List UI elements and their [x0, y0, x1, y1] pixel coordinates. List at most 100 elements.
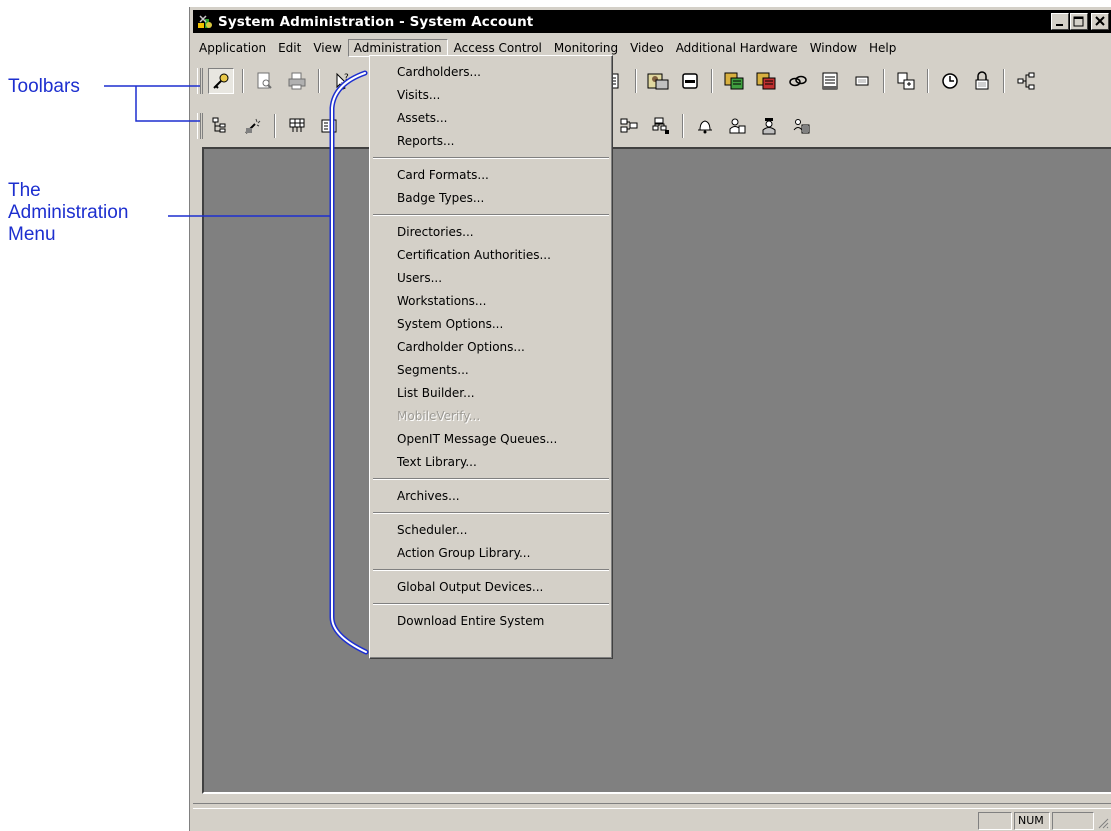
- people-icon: [729, 118, 746, 134]
- callout-line-3: Menu: [8, 224, 56, 245]
- help-pointer-icon: ?: [336, 72, 349, 90]
- menu-item-list-builder[interactable]: List Builder...: [370, 382, 612, 405]
- maximize-button[interactable]: [1070, 13, 1088, 30]
- menu-video[interactable]: Video: [624, 39, 670, 57]
- link-button[interactable]: [785, 68, 811, 94]
- list-icon: [822, 72, 838, 90]
- panel-button[interactable]: [721, 68, 747, 94]
- menu-item-directories[interactable]: Directories...: [370, 221, 612, 244]
- menu-window[interactable]: Window: [804, 39, 863, 57]
- menu-application[interactable]: Application: [193, 39, 272, 57]
- menu-separator: [370, 508, 612, 519]
- printer-icon: [288, 72, 306, 90]
- cardholder-badge-icon: [647, 73, 669, 90]
- callout-line-2: Administration: [8, 202, 129, 223]
- group-plus-icon: [652, 117, 669, 134]
- menu-view[interactable]: View: [307, 39, 347, 57]
- people-button[interactable]: [724, 113, 750, 139]
- help-pointer-button[interactable]: ?: [328, 68, 354, 94]
- mdi-workspace[interactable]: [202, 147, 1111, 794]
- reader-icon: [682, 73, 698, 89]
- print-preview-icon: [257, 72, 272, 89]
- toolbars-callout-label: Toolbars: [8, 76, 80, 97]
- grid-button[interactable]: [284, 113, 310, 139]
- toolbar-grip[interactable]: [197, 113, 203, 139]
- menu-edit[interactable]: Edit: [272, 39, 307, 57]
- grid-icon: [289, 118, 305, 132]
- group-plus-button[interactable]: [648, 113, 674, 139]
- tree-button[interactable]: [208, 113, 234, 139]
- menu-item-reports[interactable]: Reports...: [370, 130, 612, 153]
- person-group-icon: [793, 119, 810, 134]
- resize-grip-icon[interactable]: [1097, 817, 1109, 829]
- panel-alt-icon: [756, 72, 776, 90]
- key-icon: [213, 73, 229, 89]
- print-button[interactable]: [284, 68, 310, 94]
- menu-separator: [370, 210, 612, 221]
- menu-item-openit-message-queues[interactable]: OpenIT Message Queues...: [370, 428, 612, 451]
- maximize-icon: [1073, 16, 1084, 27]
- menu-item-archives[interactable]: Archives...: [370, 485, 612, 508]
- menu-item-action-group-library[interactable]: Action Group Library...: [370, 542, 612, 565]
- lock-button[interactable]: [969, 68, 995, 94]
- callout-line-1: The: [8, 180, 41, 201]
- network-icon: [1017, 72, 1035, 90]
- key-button[interactable]: [208, 68, 234, 94]
- group-button[interactable]: [616, 113, 642, 139]
- menu-item-badge-types[interactable]: Badge Types...: [370, 187, 612, 210]
- menu-help[interactable]: Help: [863, 39, 902, 57]
- menu-item-assets[interactable]: Assets...: [370, 107, 612, 130]
- menu-item-system-options[interactable]: System Options...: [370, 313, 612, 336]
- menu-item-certification-authorities[interactable]: Certification Authorities...: [370, 244, 612, 267]
- status-pane-num: NUM: [1014, 812, 1050, 830]
- module-button[interactable]: [316, 113, 342, 139]
- wand-button[interactable]: [240, 113, 266, 139]
- menu-item-users[interactable]: Users...: [370, 267, 612, 290]
- secondary-toolbar: [193, 111, 1111, 141]
- print-preview-button[interactable]: [252, 68, 278, 94]
- window-title: System Administration - System Account: [218, 13, 534, 30]
- menu-additional-hardware[interactable]: Additional Hardware: [670, 39, 804, 57]
- menu-item-workstations[interactable]: Workstations...: [370, 290, 612, 313]
- network-button[interactable]: [1013, 68, 1039, 94]
- administration-menu-callout-label: The Administration Menu: [8, 180, 128, 246]
- menu-item-cardholder-options[interactable]: Cardholder Options...: [370, 336, 612, 359]
- status-bar: NUM: [193, 803, 1111, 831]
- guard-button[interactable]: [756, 113, 782, 139]
- minimize-button[interactable]: [1051, 13, 1069, 30]
- svg-text:?: ?: [344, 73, 349, 83]
- panel-icon: [724, 72, 744, 90]
- menu-item-card-formats[interactable]: Card Formats...: [370, 164, 612, 187]
- tree-icon: [212, 117, 226, 133]
- bell-button[interactable]: [692, 113, 718, 139]
- status-pane-1: [978, 812, 1012, 830]
- main-toolbar: ?: [193, 65, 1111, 97]
- list-button[interactable]: [817, 68, 843, 94]
- menu-item-global-output-devices[interactable]: Global Output Devices...: [370, 576, 612, 599]
- menu-item-segments[interactable]: Segments...: [370, 359, 612, 382]
- menu-item-visits[interactable]: Visits...: [370, 84, 612, 107]
- panel-alt-button[interactable]: [753, 68, 779, 94]
- reader-button[interactable]: [677, 68, 703, 94]
- lock-icon: [975, 71, 989, 90]
- close-icon: [1095, 16, 1105, 26]
- box-button[interactable]: [849, 68, 875, 94]
- cardholder-badge-button[interactable]: [645, 68, 671, 94]
- app-icon: [198, 14, 212, 28]
- download-button[interactable]: [893, 68, 919, 94]
- menu-item-text-library[interactable]: Text Library...: [370, 451, 612, 474]
- module-icon: [321, 119, 337, 133]
- menu-item-download-entire-system[interactable]: Download Entire System: [370, 610, 612, 633]
- toolbar-grip[interactable]: [197, 68, 203, 94]
- title-bar[interactable]: System Administration - System Account: [193, 10, 1111, 33]
- menu-separator: [370, 565, 612, 576]
- download-icon: [897, 72, 915, 90]
- menu-item-scheduler[interactable]: Scheduler...: [370, 519, 612, 542]
- guard-icon: [762, 118, 776, 135]
- close-button[interactable]: [1091, 13, 1109, 30]
- status-pane-3: [1052, 812, 1094, 830]
- person-group-button[interactable]: [788, 113, 814, 139]
- clock-button[interactable]: [937, 68, 963, 94]
- app-window: System Administration - System Account A…: [187, 7, 1111, 831]
- menu-item-cardholders[interactable]: Cardholders...: [370, 61, 612, 84]
